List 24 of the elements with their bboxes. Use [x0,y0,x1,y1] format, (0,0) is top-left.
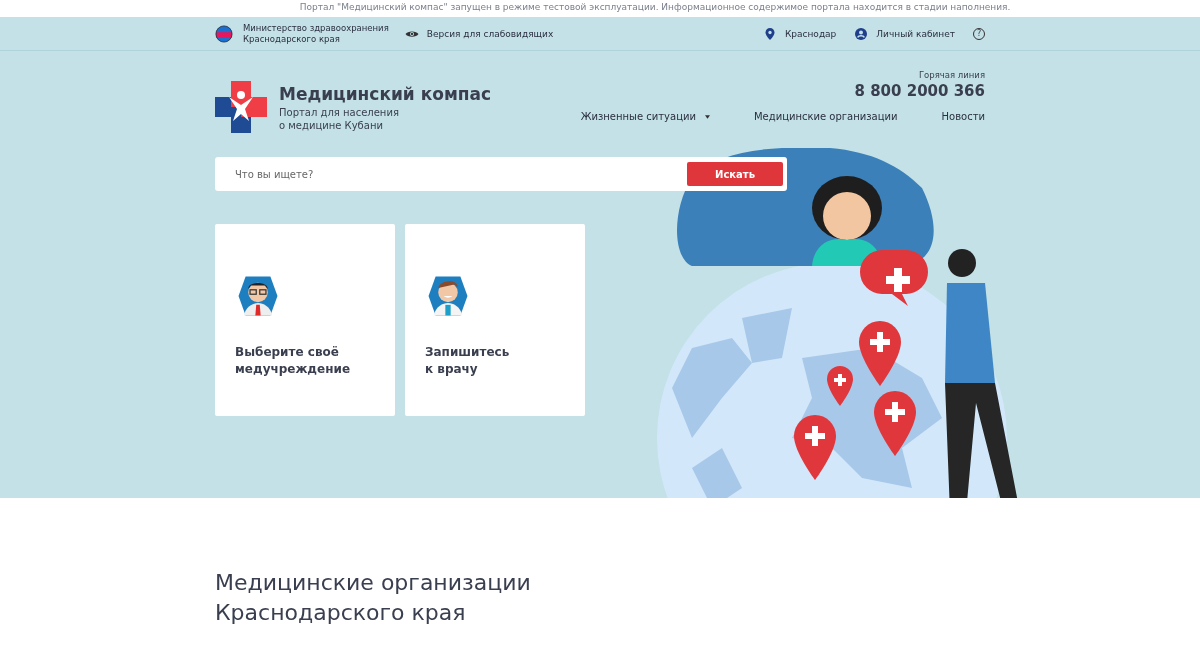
city-link[interactable]: Краснодар [762,27,837,40]
ministry-name[interactable]: Министерство здравоохранения Краснодарского края [243,22,389,45]
hotline-label: Горячая линия [918,70,985,80]
nav-link[interactable]: Новости [941,111,985,122]
accessibility-link[interactable]: Версия для слабовидящих [404,27,554,40]
account-link[interactable]: Личный кабинет [854,27,955,40]
location-pin-icon [762,27,777,40]
card-title: Запишитесь к врачу [425,344,511,378]
emblem-icon [215,24,233,43]
section-heading: Медицинские организации Краснодарского края [215,569,532,627]
card-title: Выберите своё медучреждение [235,344,352,378]
service-card[interactable]: Выберите своё медучреждение [215,224,395,416]
site-subtitle: Портал для населения о медицине Кубани [279,106,400,132]
user-icon [854,27,869,40]
hotline-phone[interactable]: 8 800 2000 366 [854,82,985,100]
service-card[interactable]: Запишитесь к врачу [405,224,585,416]
search-button[interactable]: Искать [687,162,783,186]
nav-link[interactable]: Жизненные ситуации [580,111,696,122]
notice-text: Портал "Медицинский компас" запущен в режиме тестовой эксплуатации. Информационное содержимое портала находится в стадии наполнения. [299,2,1011,12]
caret-icon[interactable] [704,114,710,119]
cross-person-logo-icon[interactable] [215,81,267,133]
search-field[interactable]: Что вы ищете? Искать [215,157,787,191]
site-title[interactable]: Медицинский компас [279,84,492,104]
nav-link[interactable]: Медицинские организации [753,111,898,122]
